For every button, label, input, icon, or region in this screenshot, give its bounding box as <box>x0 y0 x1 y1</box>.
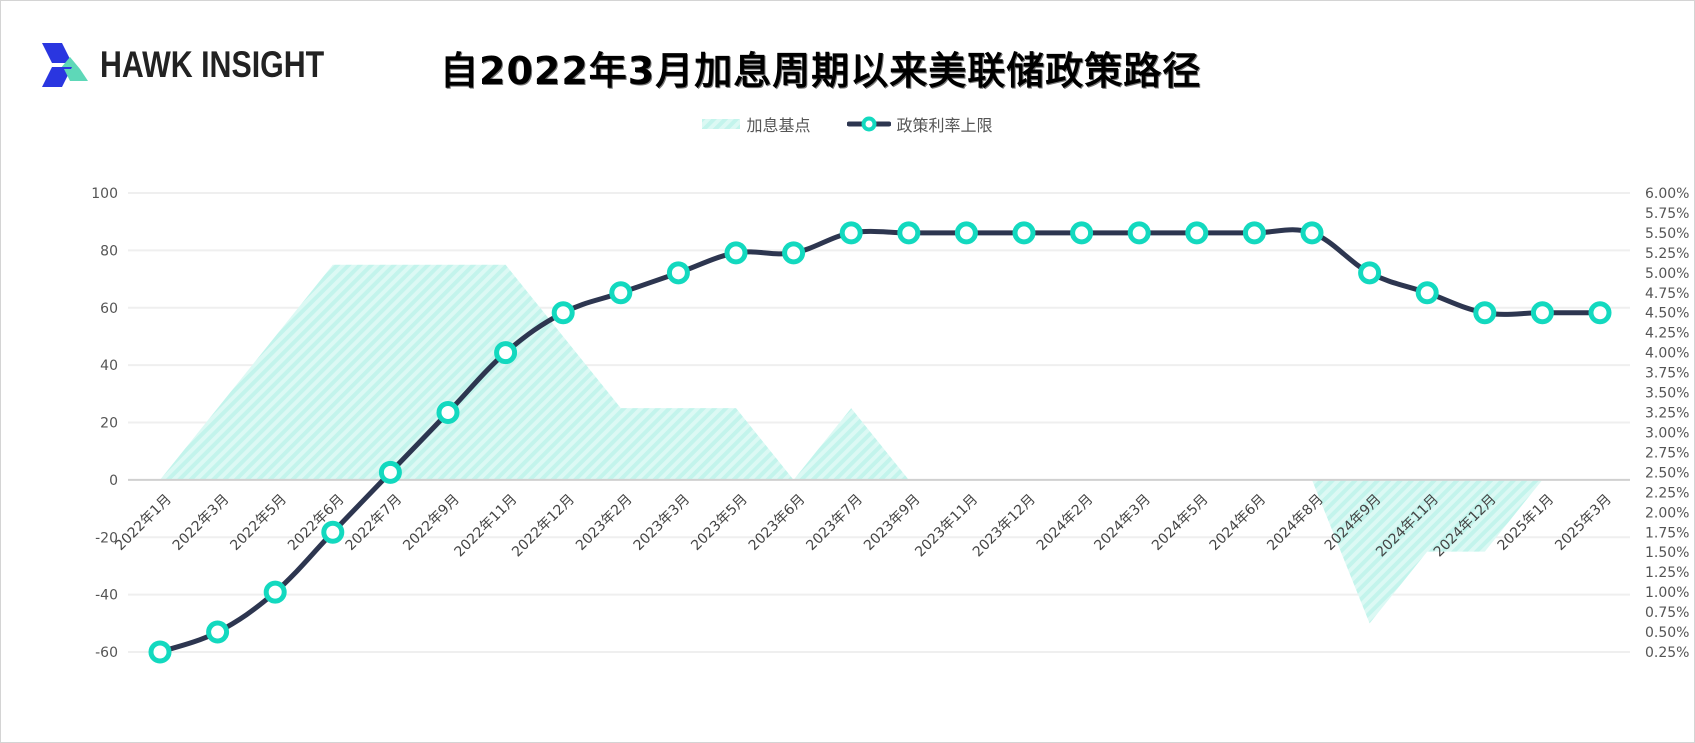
x-tick-label: 2022年1月 <box>112 491 175 554</box>
rate-point[interactable] <box>724 241 748 265</box>
x-tick-label: 2024年3月 <box>1091 491 1154 554</box>
left-tick-label: 40 <box>100 358 118 374</box>
rate-point[interactable] <box>897 221 921 245</box>
right-tick-label: 1.00% <box>1645 585 1689 601</box>
right-axis: 6.00% 5.75% 5.50% 5.25% 5.00% 4.75% 4.50% 4.25%… <box>1645 186 1689 661</box>
left-tick-label: 0 <box>109 473 118 489</box>
rate-point[interactable] <box>148 640 172 664</box>
right-tick-label: 3.00% <box>1645 425 1689 441</box>
right-tick-label: 1.75% <box>1645 525 1689 541</box>
rate-point[interactable] <box>1242 221 1266 245</box>
right-tick-label: 3.50% <box>1645 386 1689 402</box>
right-tick-label: 0.25% <box>1645 645 1689 661</box>
left-tick-label: -40 <box>95 588 118 604</box>
x-tick-label: 2025年3月 <box>1552 491 1615 554</box>
chart-plot: 100806040200-20-40-60 6.00%5.75%5.50%5.2… <box>91 186 1689 664</box>
right-tick-label: 0.75% <box>1645 605 1689 621</box>
x-tick-label: 2023年3月 <box>631 491 694 554</box>
rate-point[interactable] <box>954 221 978 245</box>
rate-point[interactable] <box>551 301 575 325</box>
rate-point[interactable] <box>263 580 287 604</box>
rate-point[interactable] <box>839 221 863 245</box>
right-tick-label: 3.25% <box>1645 406 1689 422</box>
right-tick-label: 4.75% <box>1645 286 1689 302</box>
rate-point[interactable] <box>609 281 633 305</box>
rate-point[interactable] <box>1127 221 1151 245</box>
x-tick-label: 2022年3月 <box>170 491 233 554</box>
x-tick-label: 2024年2月 <box>1034 491 1097 554</box>
right-tick-label: 2.00% <box>1645 505 1689 521</box>
left-tick-label: 60 <box>100 301 118 317</box>
rate-point[interactable] <box>1473 301 1497 325</box>
x-tick-label: 2022年5月 <box>227 491 290 554</box>
rate-point[interactable] <box>1530 301 1554 325</box>
x-tick-label: 2023年2月 <box>573 491 636 554</box>
rate-point[interactable] <box>494 341 518 365</box>
x-tick-label: 2022年7月 <box>343 491 406 554</box>
right-tick-label: 4.00% <box>1645 346 1689 362</box>
x-tick-label: 2022年9月 <box>400 491 463 554</box>
rate-point[interactable] <box>1012 221 1036 245</box>
right-tick-label: 3.75% <box>1645 366 1689 382</box>
x-tick-label: 2023年7月 <box>803 491 866 554</box>
rate-point[interactable] <box>321 520 345 544</box>
right-tick-label: 1.50% <box>1645 545 1689 561</box>
rate-point[interactable] <box>1185 221 1209 245</box>
x-tick-label: 2024年6月 <box>1207 491 1270 554</box>
rate-point[interactable] <box>1358 261 1382 285</box>
left-tick-label: 20 <box>100 416 118 432</box>
right-tick-label: 2.50% <box>1645 465 1689 481</box>
x-tick-label: 2024年5月 <box>1149 491 1212 554</box>
right-tick-label: 5.25% <box>1645 246 1689 262</box>
x-tick-label: 2024年8月 <box>1264 491 1327 554</box>
rate-point[interactable] <box>1415 281 1439 305</box>
x-tick-label: 2023年9月 <box>861 491 924 554</box>
right-tick-label: 5.00% <box>1645 266 1689 282</box>
right-tick-label: 2.75% <box>1645 445 1689 461</box>
left-tick-label: 100 <box>91 186 118 202</box>
rate-point[interactable] <box>782 241 806 265</box>
x-tick-label: 2023年6月 <box>746 491 809 554</box>
left-tick-label: 80 <box>100 243 118 259</box>
rate-point[interactable] <box>1300 221 1324 245</box>
area-bps <box>160 264 1600 624</box>
right-tick-label: 1.25% <box>1645 565 1689 581</box>
rate-point[interactable] <box>378 460 402 484</box>
right-tick-label: 5.50% <box>1645 226 1689 242</box>
rate-point[interactable] <box>1070 221 1094 245</box>
left-tick-label: -60 <box>95 645 118 661</box>
right-tick-label: 4.50% <box>1645 306 1689 322</box>
right-tick-label: 4.25% <box>1645 326 1689 342</box>
rate-point[interactable] <box>436 401 460 425</box>
left-axis: 100806040200-20-40-60 <box>91 186 118 661</box>
area-series <box>160 264 1600 624</box>
right-tick-label: 2.25% <box>1645 485 1689 501</box>
right-tick-label: 6.00% <box>1645 186 1689 202</box>
right-tick-label: 5.75% <box>1645 206 1689 222</box>
rate-point[interactable] <box>1588 301 1612 325</box>
rate-point[interactable] <box>666 261 690 285</box>
x-tick-label: 2023年5月 <box>688 491 751 554</box>
right-tick-label: 0.50% <box>1645 625 1689 641</box>
rate-point[interactable] <box>206 620 230 644</box>
